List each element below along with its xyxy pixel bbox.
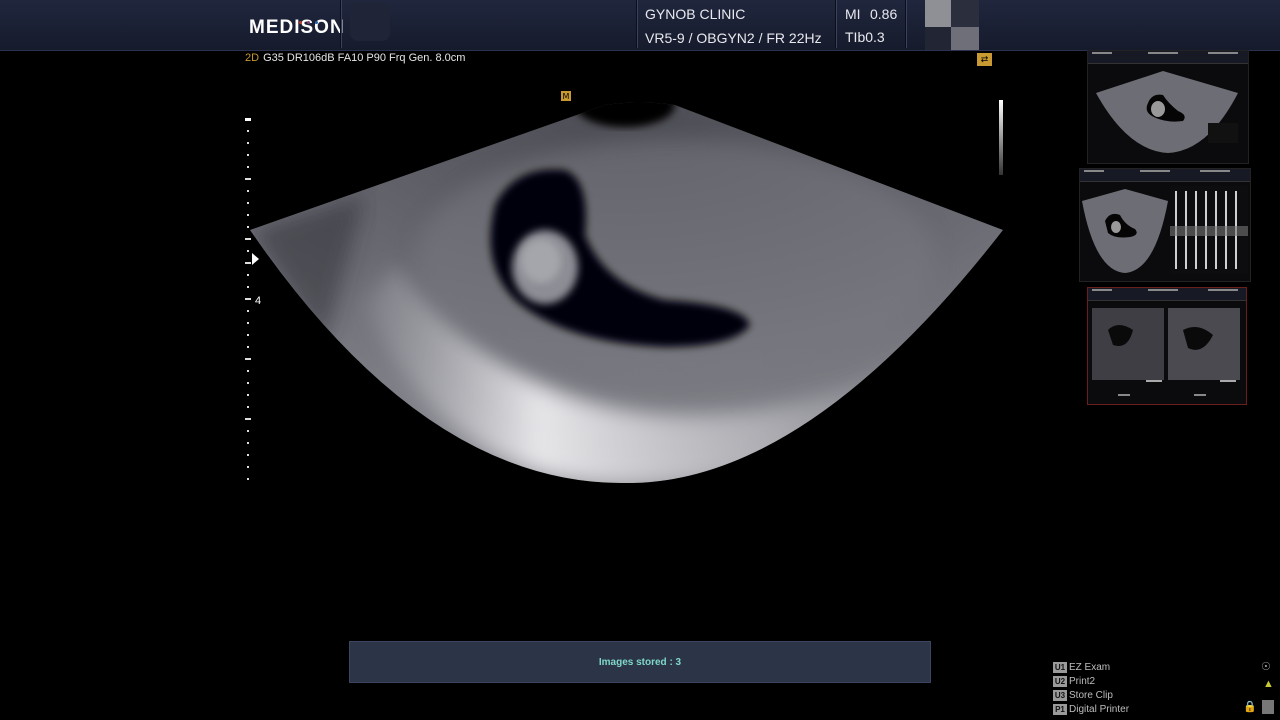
brand-logo-dots (299, 11, 329, 24)
probe-icon: ☉ (1261, 661, 1271, 673)
thumbnail-dual-scan (1092, 308, 1240, 396)
user-key-u2[interactable]: U2 Print2 (1053, 674, 1129, 688)
tib-value: TIb0.3 (845, 29, 885, 45)
user-key-u3[interactable]: U3 Store Clip (1053, 688, 1129, 702)
brand-logo: MEDISON (249, 17, 345, 38)
user-key-u1[interactable]: U1 EZ Exam (1053, 660, 1129, 674)
stored-image-thumbnail-3[interactable] (1087, 287, 1247, 405)
status-message: Images stored : 3 (598, 656, 682, 668)
imaging-settings: G35 DR106dB FA10 P90 Frq Gen. 8.0cm (263, 52, 466, 64)
patient-info-blurred (350, 3, 390, 41)
clinic-name: GYNOB CLINIC (645, 6, 746, 22)
imaging-mode: 2D (245, 52, 260, 64)
stored-image-thumbnail-1[interactable] (1087, 50, 1249, 164)
lock-icon[interactable]: 🔒 (1243, 700, 1257, 713)
user-key-p1[interactable]: P1 Digital Printer (1053, 702, 1129, 716)
probe-preset-info: VR5-9 / OBGYN2 / FR 22Hz (645, 30, 822, 46)
thumbnail-mmode-scan (1082, 186, 1248, 274)
mi-label: MI (845, 6, 861, 22)
svg-text:M: M (563, 92, 570, 101)
status-message-bar: Images stored : 3 (349, 641, 931, 683)
stored-image-thumbnail-2[interactable] (1079, 168, 1251, 282)
thumbnail-scan (1096, 71, 1238, 153)
ultrasound-image[interactable]: M (245, 85, 1015, 495)
storage-icon (1262, 700, 1274, 714)
orientation-marker-icon[interactable]: ⇄ (977, 53, 992, 66)
imaging-parameters: 2D G35 DR106dB FA10 P90 Frq Gen. 8.0cm (245, 52, 465, 64)
mi-value: 0.86 (870, 6, 898, 22)
user-keys-panel: U1 EZ Exam U2 Print2 U3 Store Clip P1 Di… (1053, 660, 1129, 716)
gel-icon: ▲ (1263, 678, 1274, 690)
top-header: MEDISON GYNOB CLINIC VR5-9 / OBGYN2 / FR… (0, 0, 1280, 51)
